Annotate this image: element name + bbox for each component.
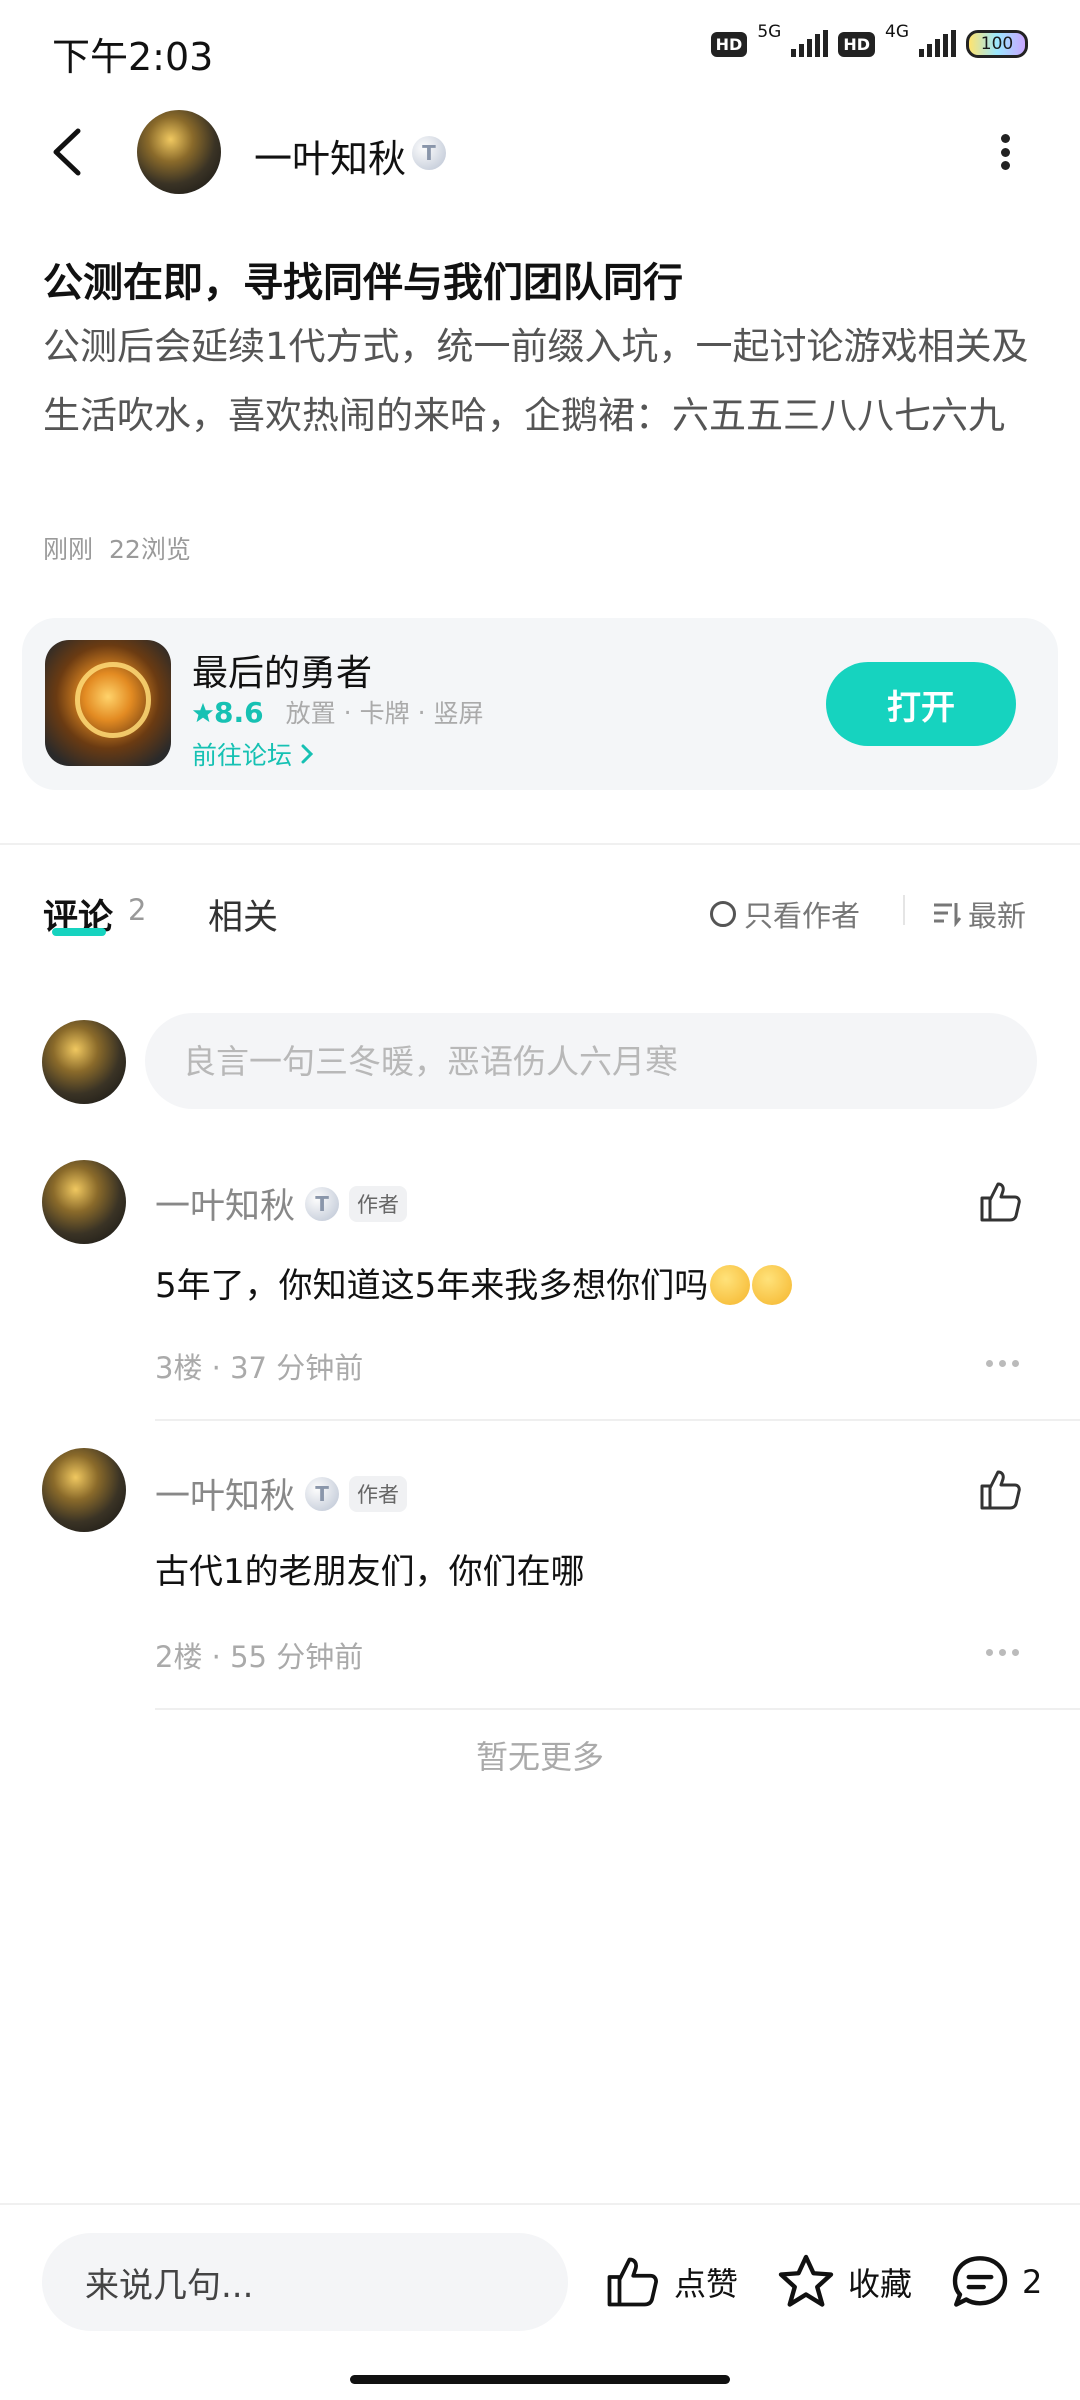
bottom-comment-input[interactable]: 来说几句... — [42, 2233, 568, 2331]
network-5g-label: 5G — [757, 22, 782, 42]
author-only-toggle[interactable]: 只看作者 — [710, 893, 860, 935]
battery-icon: 100 — [966, 30, 1028, 58]
divider — [0, 843, 1080, 845]
hd-icon: HD — [710, 31, 748, 57]
like-button[interactable]: 点赞 — [602, 2252, 738, 2312]
signal-icon — [919, 30, 956, 57]
divider — [155, 1419, 1080, 1421]
hd-icon: HD — [838, 31, 875, 57]
meta-separator: · — [211, 1640, 221, 1674]
author-name[interactable]: 一叶知秋 — [254, 128, 406, 183]
comment-author[interactable]: 一叶知秋 — [155, 1178, 295, 1229]
like-icon[interactable] — [976, 1466, 1024, 1514]
home-indicator[interactable] — [350, 2375, 730, 2384]
pleading-emoji-icon — [710, 1265, 751, 1305]
comment-button[interactable]: 2 — [950, 2252, 1042, 2312]
status-icons: HD 5G HD 4G 100 — [710, 22, 1028, 58]
game-tag: 竖屏 — [433, 699, 484, 728]
author-tag: 作者 — [349, 1185, 408, 1222]
game-tag: 放置 — [285, 699, 336, 728]
comment-author[interactable]: 一叶知秋 — [155, 1468, 295, 1519]
comment-more-icon[interactable] — [986, 1360, 1019, 1367]
open-game-button[interactable]: 打开 — [826, 662, 1016, 746]
game-rating-value: 8.6 — [214, 695, 264, 729]
chevron-right-icon — [301, 744, 314, 764]
radio-icon — [710, 901, 736, 927]
meta-separator: · — [211, 1351, 221, 1385]
author-only-label: 只看作者 — [744, 899, 861, 933]
like-label: 点赞 — [674, 2265, 739, 2303]
post-title: 公测在即，寻找同伴与我们团队同行 — [43, 260, 683, 306]
avatar[interactable] — [42, 1448, 126, 1532]
sort-icon — [934, 903, 962, 927]
post-meta: 刚刚 22浏览 — [43, 530, 207, 566]
game-rating: 8.6 — [192, 696, 264, 729]
comment-meta: 2楼 · 55 分钟前 — [155, 1634, 363, 1676]
level-badge-icon: T — [305, 1186, 340, 1221]
back-arrow-icon[interactable] — [48, 125, 88, 179]
thumbs-up-icon — [607, 2257, 658, 2307]
more-options-icon[interactable] — [1000, 134, 1010, 170]
favorite-button[interactable]: 收藏 — [776, 2252, 912, 2312]
like-icon[interactable] — [976, 1178, 1024, 1226]
game-icon[interactable] — [45, 640, 171, 766]
sort-label: 最新 — [968, 899, 1027, 933]
forum-link[interactable]: 前往论坛 — [192, 736, 314, 772]
star-icon — [192, 702, 214, 722]
comment-meta: 3楼 · 37 分钟前 — [155, 1345, 363, 1387]
divider — [155, 1708, 1080, 1710]
avatar — [42, 1020, 126, 1104]
tab-active-indicator — [52, 928, 106, 936]
comments-count: 2 — [128, 893, 147, 927]
comment-count: 2 — [1022, 2263, 1043, 2301]
comment-time: 37 分钟前 — [230, 1351, 364, 1385]
game-tag: 卡牌 — [359, 699, 410, 728]
comment-header: 一叶知秋 T 作者 — [155, 1468, 408, 1519]
comment-more-icon[interactable] — [986, 1649, 1019, 1656]
divider — [903, 895, 905, 925]
comment-floor: 3楼 — [155, 1351, 203, 1385]
bottom-input-placeholder: 来说几句... — [85, 2265, 254, 2306]
comment-input[interactable] — [145, 1013, 1037, 1109]
comment-header: 一叶知秋 T 作者 — [155, 1178, 408, 1229]
level-badge-icon: T — [412, 136, 446, 170]
star-icon — [778, 2254, 834, 2307]
smirk-emoji-icon — [752, 1265, 793, 1305]
signal-icon — [791, 30, 829, 57]
comment-text: 5年了，你知道这5年来我多想你们吗 — [155, 1258, 793, 1307]
network-4g-label: 4G — [885, 22, 909, 42]
tab-related[interactable]: 相关 — [208, 889, 278, 940]
comment-bubble-icon — [952, 2256, 1008, 2307]
tag-separator: · — [417, 697, 426, 727]
comment-text-content: 5年了，你知道这5年来我多想你们吗 — [155, 1266, 709, 1306]
level-badge-icon: T — [305, 1476, 340, 1511]
comment-time: 55 分钟前 — [230, 1640, 364, 1674]
avatar[interactable] — [137, 110, 221, 194]
status-time: 下午2:03 — [52, 35, 214, 79]
forum-link-label: 前往论坛 — [192, 741, 293, 770]
post-views: 22浏览 — [109, 535, 191, 564]
comment-floor: 2楼 — [155, 1640, 203, 1674]
game-name: 最后的勇者 — [192, 653, 373, 694]
sort-toggle[interactable]: 最新 — [932, 893, 1026, 935]
comment-text: 古代1的老朋友们，你们在哪 — [155, 1552, 585, 1592]
avatar[interactable] — [42, 1160, 126, 1244]
favorite-label: 收藏 — [848, 2265, 913, 2303]
tag-separator: · — [343, 697, 352, 727]
divider — [0, 2203, 1080, 2205]
post-body: 公测后会延续1代方式，统一前缀入坑，一起讨论游戏相关及生活吹水，喜欢热闹的来哈，… — [43, 325, 1029, 437]
author-tag: 作者 — [349, 1475, 408, 1512]
game-info-row: 8.6 放置 · 卡牌 · 竖屏 — [192, 694, 484, 730]
post-time: 刚刚 — [43, 535, 94, 564]
no-more-label: 暂无更多 — [475, 1738, 604, 1776]
